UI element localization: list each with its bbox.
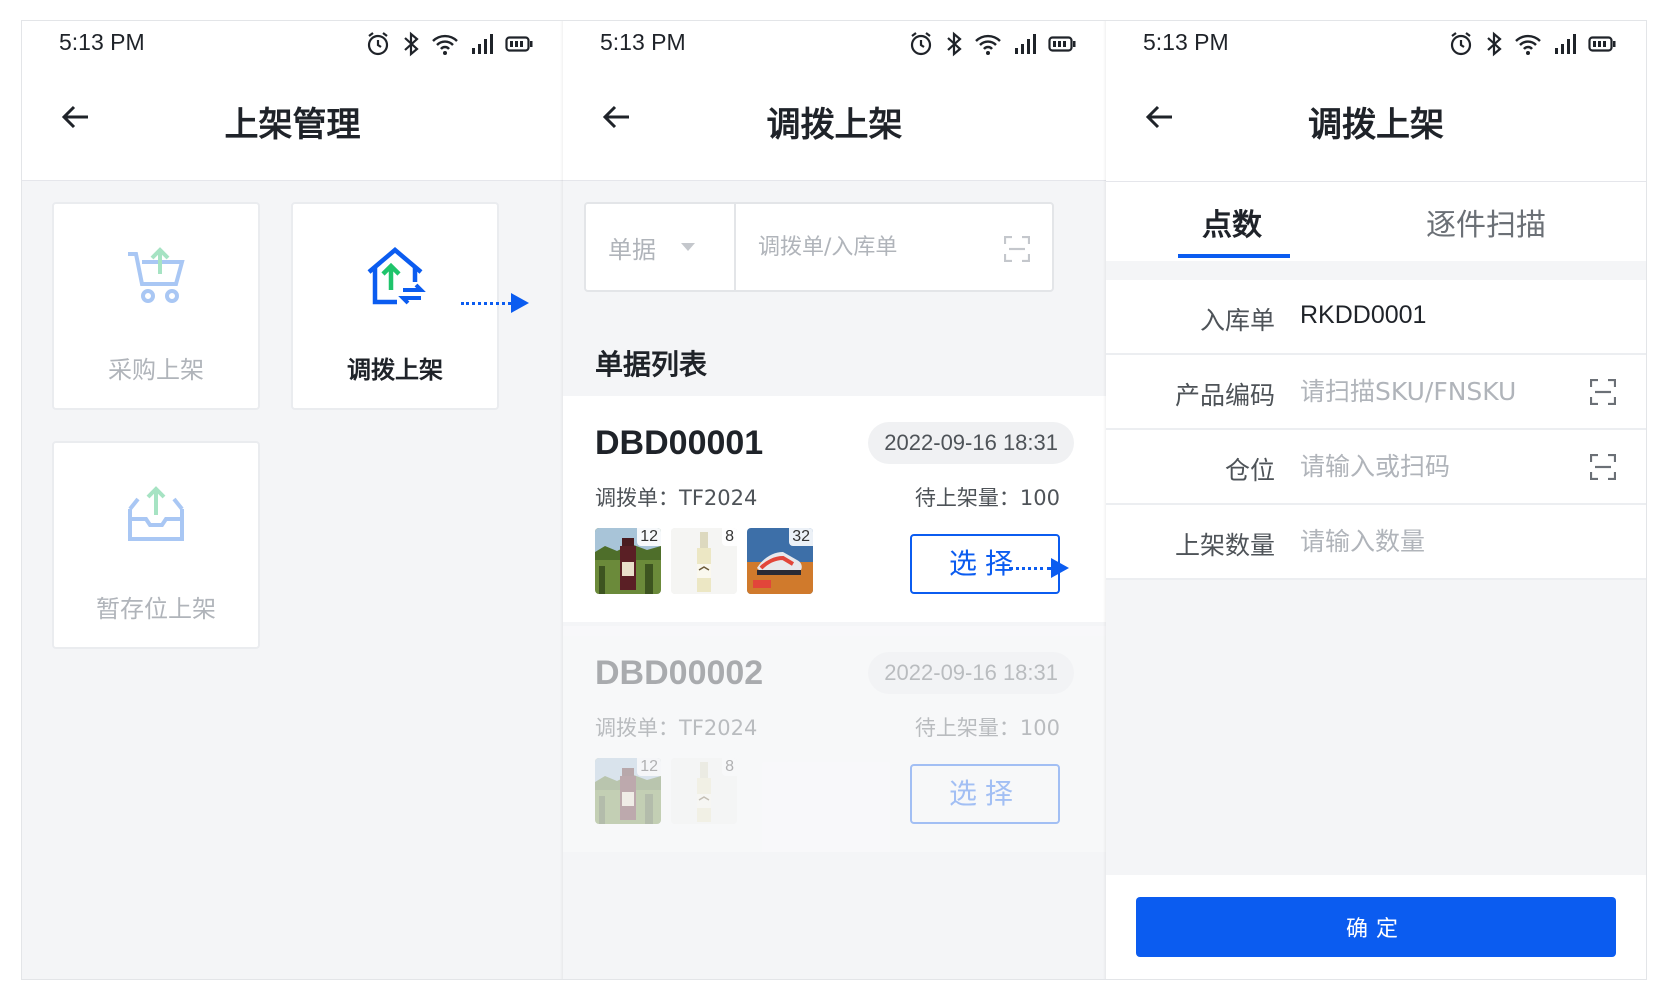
field-label: 仓位 — [1224, 456, 1275, 485]
product-thumbnail: 12 — [595, 758, 661, 824]
field-label: 入库单 — [1199, 306, 1275, 335]
product-thumbnail: 8 — [671, 758, 737, 824]
status-icons — [365, 31, 533, 57]
transfer-order-text: 调拨单：TF2024 — [595, 486, 758, 510]
menu-label: 暂存位上架 — [96, 595, 216, 623]
transfer-order-text: 调拨单：TF2024 — [595, 716, 758, 740]
product-thumbnail: 8 — [671, 528, 737, 594]
wifi-icon — [432, 34, 458, 55]
order-number: DBD00001 — [595, 424, 764, 462]
status-icons — [1448, 31, 1616, 57]
house-transfer-icon — [367, 247, 426, 305]
signal-icon — [1015, 34, 1036, 54]
status-time: 5:13 PM — [59, 29, 145, 55]
order-time: 2022-09-16 18:31 — [868, 422, 1074, 464]
thumbnail-count: 32 — [789, 528, 813, 546]
order-time: 2022-09-16 18:31 — [868, 652, 1074, 694]
form-row-product-code: 产品编码 — [1106, 355, 1646, 430]
alarm-icon — [910, 32, 932, 56]
thumbnail-count: 12 — [637, 528, 661, 546]
pending-quantity-text: 待上架量：100 — [914, 486, 1060, 510]
flow-arrow — [1009, 558, 1069, 578]
page-title: 调拨上架 — [766, 105, 903, 145]
wifi-icon — [1515, 34, 1541, 55]
product-thumbnail: 12 — [595, 528, 661, 594]
form-row-inbound-order: 入库单 RKDD0001 — [1106, 280, 1646, 355]
scan-icon[interactable] — [1590, 379, 1616, 405]
header: 5:13 PM 调拨上架 — [1106, 21, 1646, 181]
alarm-icon — [1450, 32, 1472, 56]
battery-icon — [1588, 36, 1616, 52]
pending-quantity-text: 待上架量：100 — [914, 716, 1060, 740]
wifi-icon — [975, 34, 1001, 55]
header: 5:13 PM 调拨上架 — [563, 21, 1106, 181]
caret-down-icon — [681, 243, 695, 251]
inbound-order-value: RKDD0001 — [1300, 301, 1427, 329]
bluetooth-icon — [1487, 31, 1502, 57]
select-button[interactable]: 选择 — [910, 764, 1060, 824]
thumbnail-count: 8 — [722, 528, 737, 546]
cart-upload-icon — [128, 247, 185, 303]
shelving-form: 入库单 RKDD0001 产品编码 仓位 上架数量 — [1106, 280, 1646, 580]
bottom-bar: 确定 — [1106, 875, 1646, 979]
page-title: 上架管理 — [224, 105, 361, 145]
search-type-label: 单据 — [608, 235, 656, 264]
thumbnail-count: 8 — [722, 758, 737, 776]
product-code-input[interactable] — [1300, 371, 1590, 411]
thumbnail-count: 12 — [637, 758, 661, 776]
screen-transfer-order-list: 5:13 PM 调拨上架 单据 单据列表 DBD00001 2022-09-16… — [563, 20, 1106, 980]
bluetooth-icon — [947, 31, 962, 57]
inbox-upload-icon — [128, 486, 184, 541]
order-number: DBD00002 — [595, 654, 764, 692]
quantity-input[interactable] — [1300, 521, 1590, 561]
location-input[interactable] — [1300, 446, 1590, 486]
product-thumbnail: 32 — [747, 528, 813, 594]
search-type-dropdown[interactable]: 单据 — [586, 204, 736, 290]
order-card[interactable]: DBD00002 2022-09-16 18:31 调拨单：TF2024 待上架… — [563, 626, 1106, 852]
tab-scan-each[interactable]: 逐件扫描 — [1426, 200, 1546, 244]
menu-label: 采购上架 — [108, 356, 204, 384]
active-tab-indicator — [1178, 254, 1290, 258]
signal-icon — [1555, 34, 1576, 54]
section-title: 单据列表 — [595, 348, 708, 381]
flow-arrow — [461, 293, 529, 313]
battery-icon — [505, 36, 533, 52]
page-title: 调拨上架 — [1308, 105, 1444, 145]
status-time: 5:13 PM — [1143, 29, 1229, 55]
menu-card-purchase-shelving[interactable]: 采购上架 — [52, 202, 260, 410]
tab-count[interactable]: 点数 — [1202, 200, 1262, 244]
scan-icon[interactable] — [1590, 454, 1616, 480]
menu-label: 调拨上架 — [347, 356, 443, 384]
screen-count-shelving: 5:13 PM 调拨上架 点数 逐件扫描 入库单 RKDD0001 产品编码 仓… — [1106, 20, 1647, 980]
status-icons — [908, 31, 1076, 57]
header: 5:13 PM 上架管理 — [22, 21, 563, 181]
form-row-quantity: 上架数量 — [1106, 505, 1646, 580]
search-box: 单据 — [584, 202, 1054, 292]
product-thumbnails: 12 8 — [595, 758, 737, 824]
status-time: 5:13 PM — [600, 29, 686, 55]
battery-icon — [1048, 36, 1076, 52]
field-label: 上架数量 — [1174, 531, 1275, 560]
tab-bar: 点数 逐件扫描 — [1106, 181, 1646, 261]
alarm-icon — [367, 32, 389, 56]
screen-shelving-management: 5:13 PM 上架管理 采购上架 调拨上架 暂存位上架 — [21, 20, 563, 980]
form-row-location: 仓位 — [1106, 430, 1646, 505]
confirm-button[interactable]: 确定 — [1136, 897, 1616, 957]
signal-icon — [472, 34, 493, 54]
product-thumbnails: 12 8 32 — [595, 528, 813, 594]
bluetooth-icon — [404, 31, 419, 57]
scan-icon[interactable] — [1004, 236, 1030, 262]
field-label: 产品编码 — [1174, 381, 1275, 410]
order-card[interactable]: DBD00001 2022-09-16 18:31 调拨单：TF2024 待上架… — [563, 396, 1106, 622]
menu-card-temp-location-shelving[interactable]: 暂存位上架 — [52, 441, 260, 649]
